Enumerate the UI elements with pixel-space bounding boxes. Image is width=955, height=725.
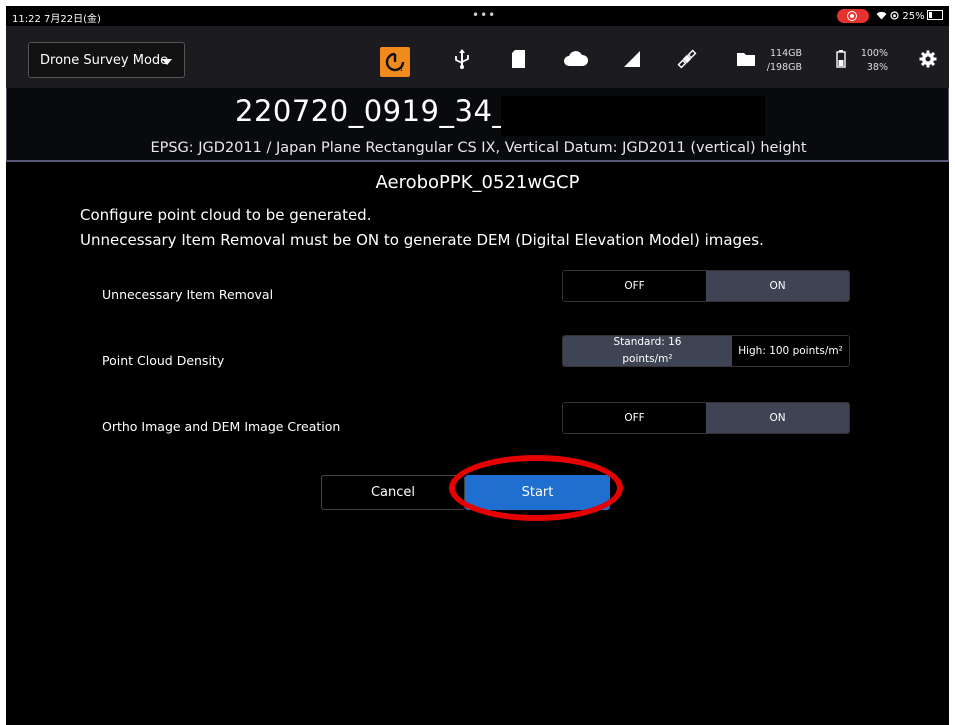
- unnecessary-item-removal-toggle: OFF ON: [562, 270, 850, 302]
- chevron-down-icon: [162, 59, 172, 65]
- battery-level-1: 100%: [860, 48, 888, 59]
- description-line-2: Unnecessary Item Removal must be ON to g…: [80, 231, 764, 249]
- start-button[interactable]: Start: [465, 475, 610, 510]
- svg-text:!: !: [400, 63, 403, 73]
- cancel-button[interactable]: Cancel: [321, 475, 465, 510]
- mode-dropdown-label: Drone Survey Mode: [40, 53, 169, 68]
- rotation-lock-icon: [890, 11, 899, 20]
- description-line-1: Configure point cloud to be generated.: [80, 206, 372, 224]
- battery-info: 100% 38%: [852, 47, 888, 75]
- signal-strength-icon[interactable]: [621, 48, 643, 70]
- cloud-icon[interactable]: [563, 48, 589, 70]
- setting-label-point-cloud-density: Point Cloud Density: [102, 353, 225, 368]
- app-screen: 11:22 7月22日(金) ••• 25% Drone Survey Mode…: [6, 6, 949, 725]
- density-standard-option[interactable]: Standard: 16 points/m²: [563, 336, 732, 366]
- top-toolbar: Drone Survey Mode ! 114GB /198GB 100% 38…: [6, 26, 949, 88]
- redacted-area: [501, 96, 765, 136]
- folder-icon[interactable]: [735, 48, 757, 70]
- satellite-icon[interactable]: [676, 48, 698, 70]
- ortho-dem-creation-toggle: OFF ON: [562, 402, 850, 434]
- project-header: 220720_0919_34_ EPSG: JGD2011 / Japan Pl…: [6, 88, 949, 162]
- storage-info: 114GB /198GB: [758, 47, 802, 75]
- battery-status-icon[interactable]: [834, 48, 848, 70]
- system-status-bar: 11:22 7月22日(金) ••• 25%: [6, 6, 949, 26]
- mode-dropdown[interactable]: Drone Survey Mode: [28, 42, 185, 78]
- screen-recording-icon: [837, 9, 869, 23]
- sd-card-icon[interactable]: [508, 48, 530, 70]
- multitask-dots-icon[interactable]: •••: [472, 8, 496, 22]
- storage-used: 114GB: [769, 48, 802, 59]
- project-name: 220720_0919_34_: [235, 94, 508, 128]
- unnecessary-item-removal-off[interactable]: OFF: [563, 271, 706, 301]
- usb-icon[interactable]: [451, 48, 473, 70]
- point-cloud-density-toggle: Standard: 16 points/m² High: 100 points/…: [562, 335, 850, 367]
- setting-label-ortho-dem-creation: Ortho Image and DEM Image Creation: [102, 419, 341, 434]
- wifi-icon: [876, 11, 887, 20]
- battery-icon: [926, 10, 943, 20]
- ortho-dem-off[interactable]: OFF: [563, 403, 706, 433]
- density-high-option[interactable]: High: 100 points/m²: [732, 336, 849, 366]
- ortho-dem-on[interactable]: ON: [706, 403, 849, 433]
- setting-label-unnecessary-item-removal: Unnecessary Item Removal: [102, 287, 274, 302]
- gear-icon[interactable]: [918, 48, 938, 70]
- status-time: 11:22 7月22日(金): [12, 14, 101, 25]
- battery-percent: 25%: [902, 11, 925, 22]
- storage-total: /198GB: [766, 62, 802, 73]
- coordinate-system-info: EPSG: JGD2011 / Japan Plane Rectangular …: [150, 140, 807, 156]
- app-status-icon[interactable]: !: [380, 47, 410, 77]
- dataset-name: AeroboPPK_0521wGCP: [375, 172, 580, 193]
- battery-level-2: 38%: [866, 62, 888, 73]
- unnecessary-item-removal-on[interactable]: ON: [706, 271, 849, 301]
